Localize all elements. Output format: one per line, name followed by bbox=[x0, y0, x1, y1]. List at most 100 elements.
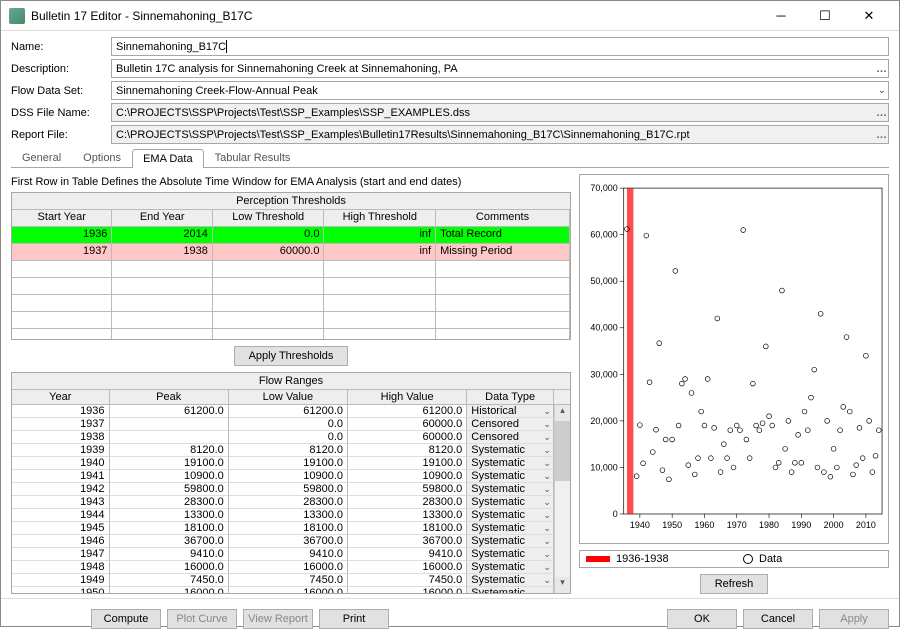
scatter-plot: 0 10,000 20,000 30,000 40,000 50,000 60,000 70,… bbox=[580, 175, 888, 543]
legend: 1936-1938 Data bbox=[579, 550, 889, 568]
chevron-down-icon[interactable]: ⌄ bbox=[878, 85, 886, 96]
titlebar: Bulletin 17 Editor - Sinnemahoning_B17C … bbox=[1, 1, 899, 31]
name-field[interactable]: Sinnemahoning_B17C bbox=[111, 37, 889, 56]
flow-row[interactable]: 194110900.010900.010900.0Systematic⌄ bbox=[12, 470, 554, 483]
svg-text:10,000: 10,000 bbox=[590, 462, 617, 472]
flow-row[interactable]: 193661200.061200.061200.0Historical⌄ bbox=[12, 405, 554, 418]
flowdata-select[interactable]: Sinnemahoning Creek-Flow-Annual Peak⌄ bbox=[111, 81, 889, 100]
reportfile-label: Report File: bbox=[11, 129, 111, 141]
flow-row[interactable]: 19479410.09410.09410.0Systematic⌄ bbox=[12, 548, 554, 561]
tab-general[interactable]: General bbox=[11, 148, 72, 167]
svg-text:1960: 1960 bbox=[694, 520, 714, 530]
name-label: Name: bbox=[11, 41, 111, 53]
legend-period-label: 1936-1938 bbox=[616, 553, 669, 565]
perception-row-empty[interactable] bbox=[12, 312, 570, 329]
description-label: Description: bbox=[11, 63, 111, 75]
perception-row-empty[interactable] bbox=[12, 295, 570, 312]
col-low-threshold[interactable]: Low Threshold bbox=[213, 210, 325, 227]
svg-text:20,000: 20,000 bbox=[590, 416, 617, 426]
svg-text:50,000: 50,000 bbox=[590, 276, 617, 286]
col-comments[interactable]: Comments bbox=[436, 210, 570, 227]
ok-button[interactable]: OK bbox=[667, 609, 737, 629]
svg-text:2000: 2000 bbox=[824, 520, 844, 530]
col-start-year[interactable]: Start Year bbox=[12, 210, 112, 227]
flow-row[interactable]: 194019100.019100.019100.0Systematic⌄ bbox=[12, 457, 554, 470]
legend-data-label: Data bbox=[759, 553, 782, 565]
ellipsis-icon[interactable]: … bbox=[876, 107, 886, 119]
svg-text:30,000: 30,000 bbox=[590, 369, 617, 379]
window-title: Bulletin 17 Editor - Sinnemahoning_B17C bbox=[31, 9, 759, 23]
scroll-up-icon[interactable]: ▴ bbox=[555, 405, 570, 421]
maximize-button[interactable]: ☐ bbox=[803, 2, 847, 30]
apply-thresholds-button[interactable]: Apply Thresholds bbox=[234, 346, 349, 366]
flow-row[interactable]: 194518100.018100.018100.0Systematic⌄ bbox=[12, 522, 554, 535]
print-button[interactable]: Print bbox=[319, 609, 389, 629]
svg-text:60,000: 60,000 bbox=[590, 230, 617, 240]
svg-text:40,000: 40,000 bbox=[590, 323, 617, 333]
flow-row[interactable]: 19370.060000.0Censored⌄ bbox=[12, 418, 554, 431]
flow-row[interactable]: 194259800.059800.059800.0Systematic⌄ bbox=[12, 483, 554, 496]
flow-row[interactable]: 194413300.013300.013300.0Systematic⌄ bbox=[12, 509, 554, 522]
perception-row[interactable]: 1937193860000.0infMissing Period bbox=[12, 244, 570, 261]
cancel-button[interactable]: Cancel bbox=[743, 609, 813, 629]
minimize-button[interactable]: ─ bbox=[759, 2, 803, 30]
app-icon bbox=[9, 8, 25, 24]
svg-text:1940: 1940 bbox=[630, 520, 650, 530]
perception-row-empty[interactable] bbox=[12, 278, 570, 295]
svg-text:1990: 1990 bbox=[791, 520, 811, 530]
vertical-scrollbar[interactable]: ▴ ▾ bbox=[554, 405, 570, 593]
flow-ranges-table: Flow Ranges Year Peak Low Value High Val… bbox=[11, 372, 571, 594]
close-button[interactable]: ✕ bbox=[847, 2, 891, 30]
tab-tabular-results[interactable]: Tabular Results bbox=[204, 148, 302, 167]
ema-hint: First Row in Table Defines the Absolute … bbox=[11, 176, 571, 188]
tab-ema-data[interactable]: EMA Data bbox=[132, 149, 204, 168]
legend-period-swatch bbox=[586, 556, 610, 562]
col-high-value[interactable]: High Value bbox=[348, 390, 467, 405]
tab-strip: General Options EMA Data Tabular Results bbox=[11, 148, 889, 168]
perception-table: Perception Thresholds Start Year End Yea… bbox=[11, 192, 571, 340]
flow-row[interactable]: 19380.060000.0Censored⌄ bbox=[12, 431, 554, 444]
legend-data-swatch bbox=[743, 554, 753, 564]
svg-text:0: 0 bbox=[613, 509, 618, 519]
view-report-button[interactable]: View Report bbox=[243, 609, 313, 629]
flow-row[interactable]: 194636700.036700.036700.0Systematic⌄ bbox=[12, 535, 554, 548]
compute-button[interactable]: Compute bbox=[91, 609, 161, 629]
scroll-down-icon[interactable]: ▾ bbox=[555, 577, 570, 593]
ellipsis-icon[interactable]: … bbox=[876, 63, 886, 75]
description-field[interactable]: Bulletin 17C analysis for Sinnemahoning … bbox=[111, 59, 889, 78]
dssfile-field[interactable]: C:\PROJECTS\SSP\Projects\Test\SSP_Exampl… bbox=[111, 103, 889, 122]
perception-row[interactable]: 193620140.0infTotal Record bbox=[12, 227, 570, 244]
ellipsis-icon[interactable]: … bbox=[876, 129, 886, 141]
col-data-type[interactable]: Data Type bbox=[467, 390, 554, 405]
col-high-threshold[interactable]: High Threshold bbox=[324, 210, 436, 227]
flow-row[interactable]: 194816000.016000.016000.0Systematic⌄ bbox=[12, 561, 554, 574]
flow-row[interactable]: 195016000.016000.016000.0Systematic⌄ bbox=[12, 587, 554, 593]
svg-text:70,000: 70,000 bbox=[590, 183, 617, 193]
scrollbar-thumb[interactable] bbox=[555, 421, 570, 481]
col-end-year[interactable]: End Year bbox=[112, 210, 212, 227]
reportfile-field[interactable]: C:\PROJECTS\SSP\Projects\Test\SSP_Exampl… bbox=[111, 125, 889, 144]
col-low-value[interactable]: Low Value bbox=[229, 390, 348, 405]
flow-row[interactable]: 19497450.07450.07450.0Systematic⌄ bbox=[12, 574, 554, 587]
perception-row-empty[interactable] bbox=[12, 329, 570, 340]
flow-title: Flow Ranges bbox=[12, 373, 570, 390]
chart: 0 10,000 20,000 30,000 40,000 50,000 60,000 70,… bbox=[579, 174, 889, 544]
perception-title: Perception Thresholds bbox=[12, 193, 570, 210]
flowdata-label: Flow Data Set: bbox=[11, 85, 111, 97]
apply-button[interactable]: Apply bbox=[819, 609, 889, 629]
svg-text:1970: 1970 bbox=[727, 520, 747, 530]
flow-row[interactable]: 194328300.028300.028300.0Systematic⌄ bbox=[12, 496, 554, 509]
refresh-button[interactable]: Refresh bbox=[700, 574, 769, 594]
tab-options[interactable]: Options bbox=[72, 148, 132, 167]
svg-text:1950: 1950 bbox=[662, 520, 682, 530]
col-year[interactable]: Year bbox=[12, 390, 110, 405]
dssfile-label: DSS File Name: bbox=[11, 107, 111, 119]
flow-row[interactable]: 19398120.08120.08120.0Systematic⌄ bbox=[12, 444, 554, 457]
perception-row-empty[interactable] bbox=[12, 261, 570, 278]
plot-curve-button[interactable]: Plot Curve bbox=[167, 609, 237, 629]
svg-text:2010: 2010 bbox=[856, 520, 876, 530]
col-peak[interactable]: Peak bbox=[110, 390, 229, 405]
svg-text:1980: 1980 bbox=[759, 520, 779, 530]
footer: Compute Plot Curve View Report Print OK … bbox=[1, 598, 899, 638]
form-area: Name: Sinnemahoning_B17C Description: Bu… bbox=[1, 31, 899, 174]
